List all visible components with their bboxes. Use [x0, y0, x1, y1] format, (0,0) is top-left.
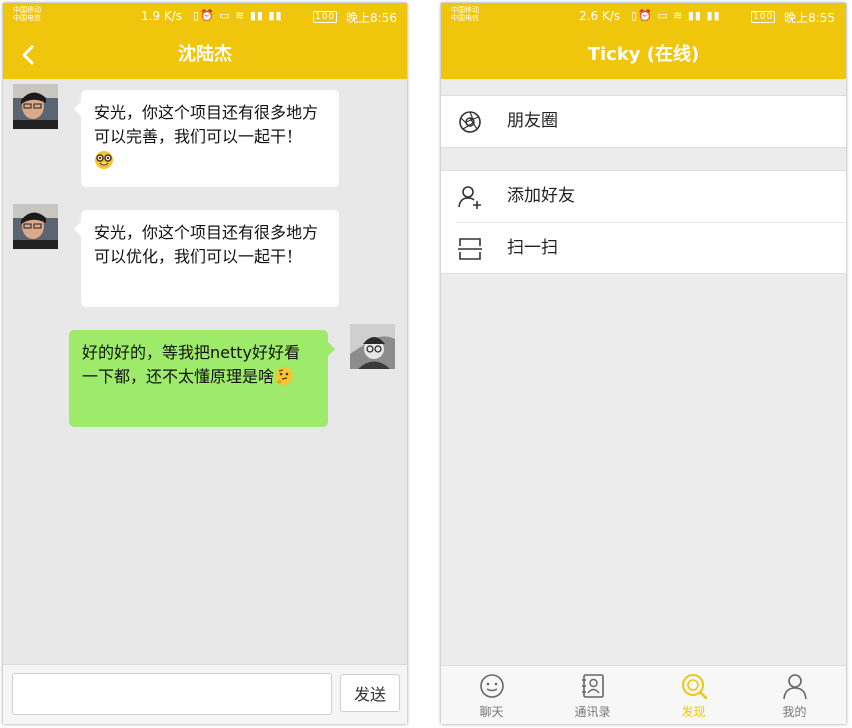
tab-discover[interactable]: 发现 — [643, 666, 744, 724]
my-message-bubble[interactable]: 好的好的，等我把netty好好看一下都，还不太懂原理是啥 — [69, 330, 335, 427]
message-text: 安光，你这个项目还有很多地方可以优化，我们可以一起干！ — [94, 223, 319, 266]
my-avatar[interactable] — [350, 324, 395, 369]
battery-icon: 100 — [313, 9, 338, 23]
system-status-icons: ▯⏰ ▭ ≋ ▮▮ ▮▮ — [193, 9, 283, 22]
send-button[interactable]: 发送 — [340, 674, 400, 712]
battery-icon: 100 — [751, 9, 776, 23]
profile-icon — [783, 674, 807, 700]
clock: 晚上8:55 — [784, 11, 835, 25]
menu-item-label: 添加好友 — [507, 186, 575, 206]
bottom-tab-bar: 聊天 通讯录 发现 我的 — [441, 665, 846, 724]
carrier-2: 中国电信 — [13, 14, 41, 22]
discover-screen: 中国移动 中国电信 2.6 K/s ▯⏰ ▭ ≋ ▮▮ ▮▮ 100 晚上8:5… — [441, 3, 846, 724]
status-bar: 中国移动 中国电信 1.9 K/s ▯⏰ ▭ ≋ ▮▮ ▮▮ 100 晚上8:5… — [3, 3, 407, 27]
battery-level: 100 — [751, 11, 776, 23]
network-speed: 2.6 K/s — [579, 9, 621, 23]
bubble-tail — [328, 342, 335, 356]
menu-item-scan[interactable]: 扫一扫 — [456, 222, 846, 273]
tab-label: 聊天 — [479, 705, 504, 719]
back-arrow-icon[interactable] — [17, 43, 41, 67]
carrier-1: 中国移动 — [451, 6, 479, 14]
tab-chat[interactable]: 聊天 — [441, 666, 542, 724]
thinking-face-emoji-icon — [275, 367, 294, 385]
carrier-info: 中国移动 中国电信 — [451, 6, 479, 22]
nerd-face-emoji-icon — [95, 151, 113, 169]
message-text: 安光，你这个项目还有很多地方可以完善，我们可以一起干！ — [94, 103, 319, 146]
message-input[interactable] — [12, 673, 332, 715]
menu-item-add-friend[interactable]: 添加好友 — [441, 171, 846, 222]
message-bubble[interactable]: 安光，你这个项目还有很多地方可以完善，我们可以一起干！ — [74, 90, 339, 187]
menu-item-moments[interactable]: 朋友圈 — [441, 96, 846, 147]
chat-screen: 中国移动 中国电信 1.9 K/s ▯⏰ ▭ ≋ ▮▮ ▮▮ 100 晚上8:5… — [3, 3, 407, 724]
discover-title-bar: Ticky (在线) — [441, 35, 846, 75]
tab-label: 我的 — [782, 705, 807, 719]
network-speed: 1.9 K/s — [141, 9, 183, 23]
friend-avatar[interactable] — [13, 204, 58, 249]
discover-header: 中国移动 中国电信 2.6 K/s ▯⏰ ▭ ≋ ▮▮ ▮▮ 100 晚上8:5… — [441, 3, 846, 79]
chat-title-bar: 沈陆杰 — [3, 35, 407, 75]
add-user-icon — [458, 186, 481, 209]
bubble-tail — [74, 102, 81, 116]
friend-avatar[interactable] — [13, 84, 58, 129]
menu-group-moments: 朋友圈 — [441, 95, 846, 148]
contacts-icon — [582, 674, 604, 698]
scan-icon — [458, 238, 482, 260]
menu-item-label: 扫一扫 — [507, 238, 558, 258]
tab-profile[interactable]: 我的 — [744, 666, 845, 724]
discover-title: Ticky (在线) — [587, 44, 700, 65]
message-bubble[interactable]: 安光，你这个项目还有很多地方可以优化，我们可以一起干！ — [74, 210, 339, 307]
tab-contacts[interactable]: 通讯录 — [542, 666, 643, 724]
carrier-info: 中国移动 中国电信 — [13, 6, 41, 22]
discover-icon — [682, 674, 708, 700]
carrier-2: 中国电信 — [451, 14, 479, 22]
menu-group-tools: 添加好友 扫一扫 — [441, 170, 846, 274]
chat-title: 沈陆杰 — [178, 44, 232, 65]
battery-level: 100 — [313, 11, 338, 23]
tab-label: 发现 — [681, 705, 706, 719]
message-input-bar: 发送 — [3, 664, 407, 724]
menu-item-label: 朋友圈 — [507, 111, 558, 131]
system-status-icons: ▯⏰ ▭ ≋ ▮▮ ▮▮ — [631, 9, 721, 22]
aperture-icon — [459, 111, 481, 133]
clock: 晚上8:56 — [346, 11, 397, 25]
chat-header: 中国移动 中国电信 1.9 K/s ▯⏰ ▭ ≋ ▮▮ ▮▮ 100 晚上8:5… — [3, 3, 407, 79]
status-bar: 中国移动 中国电信 2.6 K/s ▯⏰ ▭ ≋ ▮▮ ▮▮ 100 晚上8:5… — [441, 3, 846, 27]
chat-icon — [480, 674, 504, 698]
message-text: 好的好的，等我把netty好好看一下都，还不太懂原理是啥 — [82, 343, 301, 386]
bubble-tail — [74, 222, 81, 236]
carrier-1: 中国移动 — [13, 6, 41, 14]
tab-label: 通讯录 — [574, 705, 611, 719]
